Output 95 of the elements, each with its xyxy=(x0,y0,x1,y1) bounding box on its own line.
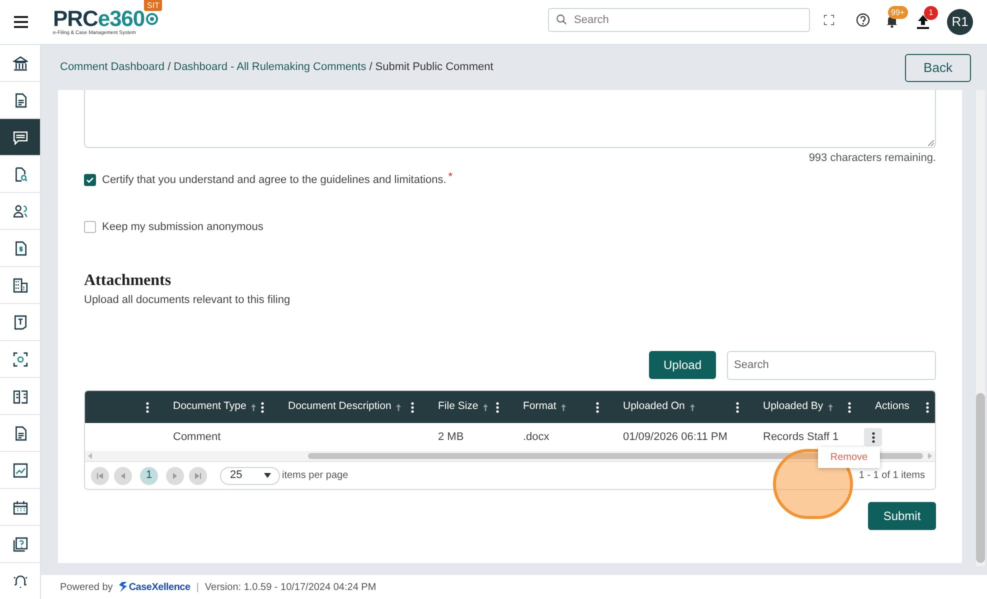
alarm-icon xyxy=(12,574,28,588)
scan-icon xyxy=(12,352,28,366)
table-search-field[interactable]: Search xyxy=(727,350,936,380)
breadcrumb-link[interactable]: Comment Dashboard xyxy=(60,59,165,76)
users-icon xyxy=(12,204,28,218)
table-cell-text: .docx xyxy=(523,430,550,445)
checkmark-icon xyxy=(86,176,94,184)
column-menu-icon[interactable] xyxy=(261,402,264,412)
section-description: Upload all documents relevant to this filing xyxy=(84,293,292,308)
checkbox[interactable] xyxy=(84,174,96,186)
upload-icon[interactable] xyxy=(917,15,929,29)
page-button[interactable]: 1 xyxy=(140,466,158,484)
column-header[interactable]: Format xyxy=(523,399,556,415)
submit-button[interactable]: Submit xyxy=(868,502,936,530)
table-cell-text: 2 MB xyxy=(438,430,464,445)
sort-arrow-icon[interactable] xyxy=(690,404,695,410)
sort-arrow-icon[interactable] xyxy=(483,404,488,410)
sort-arrow-icon[interactable] xyxy=(396,404,402,410)
column-header[interactable]: Uploaded On xyxy=(623,399,685,415)
table-cell-text: Records Staff 1 xyxy=(763,430,839,445)
column-header[interactable]: Actions xyxy=(875,399,910,415)
column-header[interactable]: File Size xyxy=(438,399,478,415)
character-counter: 993 characters remaining. xyxy=(808,151,936,166)
upload-button[interactable]: Upload xyxy=(649,351,716,379)
help-icon[interactable] xyxy=(856,13,870,27)
table-cell-text: Comment xyxy=(173,430,221,445)
document-icon xyxy=(12,92,28,108)
caret-icon xyxy=(264,473,271,478)
brand-icon xyxy=(118,582,127,592)
column-menu-icon[interactable] xyxy=(596,402,599,412)
app-logo: PRCe360 xyxy=(53,8,145,30)
upload-count: 1 xyxy=(924,6,938,20)
column-header[interactable]: Uploaded By xyxy=(763,399,824,415)
column-menu-icon[interactable] xyxy=(736,402,739,412)
sidebar-item[interactable] xyxy=(0,119,40,156)
powered-by-label: Powered by xyxy=(60,580,113,594)
next-page-button[interactable] xyxy=(166,466,184,484)
bank-icon xyxy=(12,56,28,70)
user-avatar[interactable]: R1 xyxy=(947,9,973,35)
previous-page-button[interactable] xyxy=(114,466,132,484)
breadcrumb-current: Submit Public Comment xyxy=(375,60,494,76)
back-button[interactable]: Back xyxy=(905,54,971,82)
table-cell-text: 01/09/2026 06:11 PM xyxy=(623,430,728,445)
menu-item[interactable]: Remove xyxy=(830,450,868,465)
column-menu-icon[interactable] xyxy=(411,402,414,412)
sort-arrow-icon[interactable] xyxy=(828,404,834,410)
building-icon xyxy=(12,278,28,292)
document-search-icon xyxy=(12,166,28,182)
breadcrumb-separator: / xyxy=(168,60,171,76)
brand-logo[interactable]: CaseXellence xyxy=(128,580,190,594)
breadcrumb-separator: / xyxy=(369,60,372,76)
target-icon xyxy=(146,12,158,26)
last-page-button[interactable] xyxy=(189,466,207,484)
search-icon xyxy=(556,14,567,25)
menu-icon[interactable] xyxy=(14,16,28,28)
page-size-select[interactable]: 25 xyxy=(220,466,280,484)
pager-summary: 1 - 1 of 1 items xyxy=(858,469,925,483)
fullscreen-icon[interactable] xyxy=(824,15,834,25)
row-actions-button[interactable] xyxy=(864,428,882,446)
notification-count: 99+ xyxy=(888,6,908,19)
checkbox-label: Certify that you understand and agree to the guidelines and limitations. xyxy=(102,172,446,188)
footer-divider: | xyxy=(196,580,199,594)
page-size-label: items per page xyxy=(282,469,348,483)
search-field[interactable]: Search xyxy=(548,8,810,32)
first-page-button[interactable] xyxy=(91,466,109,484)
document-icon xyxy=(12,314,28,330)
section-heading: Attachments xyxy=(84,271,172,291)
last-page-icon xyxy=(195,472,201,478)
calendar-icon xyxy=(12,500,28,514)
column-header[interactable]: Document Description xyxy=(288,399,392,415)
first-page-icon xyxy=(97,472,103,478)
previous-page-icon xyxy=(120,472,126,478)
sort-arrow-icon[interactable] xyxy=(251,404,256,410)
column-menu-icon[interactable] xyxy=(926,402,929,412)
checkbox[interactable] xyxy=(84,221,96,233)
required-mark: * xyxy=(448,170,453,185)
invoice-icon xyxy=(12,240,28,256)
book-icon xyxy=(12,388,28,404)
checkbox-label: Keep my submission anonymous xyxy=(102,220,264,235)
sort-arrow-icon[interactable] xyxy=(561,404,566,410)
next-page-icon xyxy=(172,472,178,478)
comment-icon xyxy=(12,130,28,144)
column-header[interactable]: Document Type xyxy=(173,399,246,415)
column-menu-icon[interactable] xyxy=(146,402,149,412)
chart-icon xyxy=(12,462,28,478)
environment-badge: SIT xyxy=(144,0,162,11)
kebab-icon xyxy=(872,432,874,442)
document-icon xyxy=(12,426,28,440)
breadcrumb-link[interactable]: Dashboard - All Rulemaking Comments xyxy=(174,59,366,76)
help-icon xyxy=(12,536,28,552)
column-menu-icon[interactable] xyxy=(848,402,851,412)
version-text: Version: 1.0.59 - 10/17/2024 04:24 PM xyxy=(204,580,376,594)
column-menu-icon[interactable] xyxy=(496,402,499,412)
vertical-scrollbar[interactable] xyxy=(976,90,985,566)
resize-handle-icon xyxy=(928,140,934,146)
